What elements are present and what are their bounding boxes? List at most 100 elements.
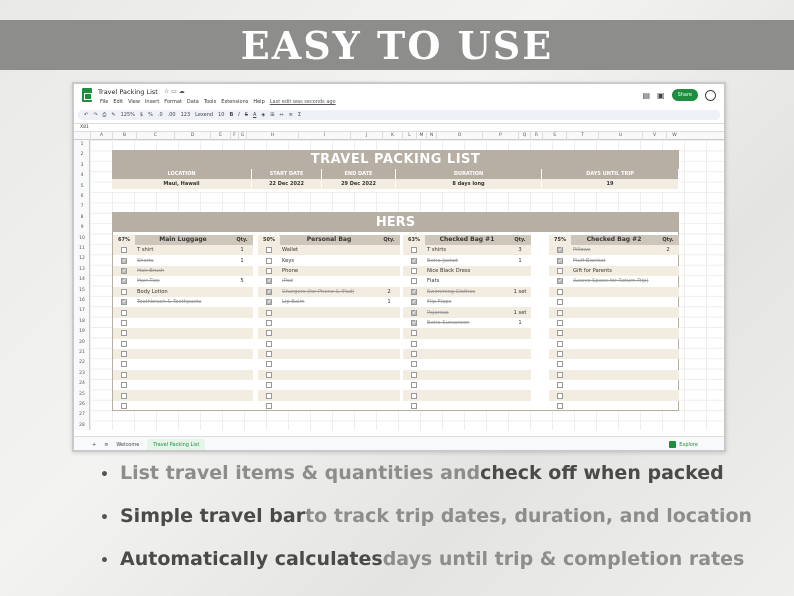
row-header-21[interactable]: 21 [74,348,90,358]
item-name[interactable]: Chargers (for Phone & iPad) [280,289,378,295]
column-header-m[interactable]: M [416,132,426,140]
checkbox[interactable] [411,267,417,274]
checkbox[interactable] [121,340,127,347]
item-name[interactable]: Gift for Parents [571,268,657,274]
row-header-5[interactable]: 5 [74,182,90,192]
row-header-14[interactable]: 14 [74,275,90,285]
checkbox[interactable] [121,392,127,399]
zoom-select[interactable]: 125% [121,112,135,118]
row-header-22[interactable]: 22 [74,358,90,368]
menu-item-extensions[interactable]: Extensions [221,99,248,105]
row-header-26[interactable]: 26 [74,400,90,410]
row-header-2[interactable]: 2 [74,150,90,160]
font-select[interactable]: Lexend [195,112,213,118]
borders-icon[interactable]: ⊞ [270,112,274,118]
font-size-select[interactable]: 10 [218,112,224,118]
checkbox[interactable] [266,257,272,264]
checkbox[interactable] [557,267,563,274]
item-name[interactable]: Body Lotion [135,289,231,295]
column-header-o[interactable]: O [436,132,482,140]
checkbox[interactable] [266,267,272,274]
checkbox[interactable] [266,361,272,368]
add-sheet-icon[interactable]: + [92,442,96,448]
checkbox[interactable] [557,319,563,326]
checkbox[interactable] [557,277,563,285]
checkbox[interactable] [411,382,417,389]
checkbox[interactable] [121,309,127,316]
sheets-logo-icon[interactable] [82,88,92,102]
row-header-15[interactable]: 15 [74,286,90,296]
explore-button[interactable]: Explore [669,441,698,448]
formula-bar[interactable]: X81 [74,123,724,132]
item-qty[interactable]: 1 [231,258,253,264]
item-name[interactable]: Nice Black Dress [425,268,509,274]
row-header-7[interactable]: 7 [74,202,90,212]
item-qty[interactable]: 2 [657,247,679,253]
checkbox[interactable] [411,298,417,306]
checkbox[interactable] [411,361,417,368]
row-header-6[interactable]: 6 [74,192,90,202]
checkbox[interactable] [557,361,563,368]
column-header-p[interactable]: P [482,132,518,140]
checkbox[interactable] [266,351,272,358]
item-name[interactable]: Toothbrush & Toothpaste [135,299,231,305]
cell-reference[interactable]: X81 [80,125,89,130]
checkbox[interactable] [121,288,127,295]
row-header-27[interactable]: 27 [74,410,90,420]
all-sheets-icon[interactable]: ≡ [104,442,108,448]
item-name[interactable]: Pillows [571,247,657,253]
item-name[interactable]: Shorts [135,258,231,264]
column-header-r[interactable]: R [530,132,542,140]
checkbox[interactable] [557,309,563,316]
column-header-j[interactable]: J [350,132,382,140]
menu-item-edit[interactable]: Edit [113,99,123,105]
checkbox[interactable] [557,330,563,337]
item-qty[interactable]: 3 [509,247,531,253]
document-title[interactable]: Travel Packing List [98,88,158,96]
item-qty[interactable]: 1 [509,320,531,326]
undo-icon[interactable]: ↶ [84,112,88,118]
checkbox[interactable] [121,403,127,410]
fill-color-icon[interactable]: ◈ [261,112,265,118]
column-header-g[interactable]: G [238,132,246,140]
column-header-s[interactable]: S [542,132,566,140]
item-qty[interactable]: 1 set [509,289,531,295]
row-header-4[interactable]: 4 [74,171,90,181]
column-header-h[interactable]: H [246,132,298,140]
checkbox[interactable] [266,288,272,295]
italic-icon[interactable]: I [238,112,239,118]
checkbox[interactable] [411,351,417,358]
column-header-t[interactable]: T [566,132,598,140]
checkbox[interactable] [411,340,417,347]
checkbox[interactable] [411,278,417,285]
checkbox[interactable] [557,392,563,399]
currency-button[interactable]: $ [140,112,143,118]
row-header-18[interactable]: 18 [74,317,90,327]
checkbox[interactable] [557,299,563,306]
checkbox[interactable] [557,340,563,347]
item-qty[interactable]: 1 set [509,310,531,316]
print-icon[interactable]: ⎙ [102,112,106,118]
checkbox[interactable] [411,319,417,326]
checkbox[interactable] [121,361,127,368]
sum-icon[interactable]: Σ [298,112,301,118]
checkbox[interactable] [266,371,272,378]
checkbox[interactable] [411,392,417,399]
checkbox[interactable] [266,277,272,285]
item-name[interactable]: T shirt [135,247,231,253]
menu-item-file[interactable]: File [100,99,108,105]
row-header-13[interactable]: 13 [74,265,90,275]
column-header-l[interactable]: L [402,132,416,140]
checkbox[interactable] [121,330,127,337]
checkbox[interactable] [266,392,272,399]
last-edit-link[interactable]: Last edit was seconds ago [270,99,336,105]
item-name[interactable]: Hair Brush [135,268,231,274]
row-header-10[interactable]: 10 [74,234,90,244]
column-header-u[interactable]: U [598,132,642,140]
item-name[interactable]: (Leave Space for Return Trip) [571,278,657,284]
column-header-k[interactable]: K [382,132,402,140]
checkbox[interactable] [121,371,127,378]
item-name[interactable]: Wallet [280,247,378,253]
menu-item-view[interactable]: View [128,99,140,105]
checkbox[interactable] [266,382,272,389]
